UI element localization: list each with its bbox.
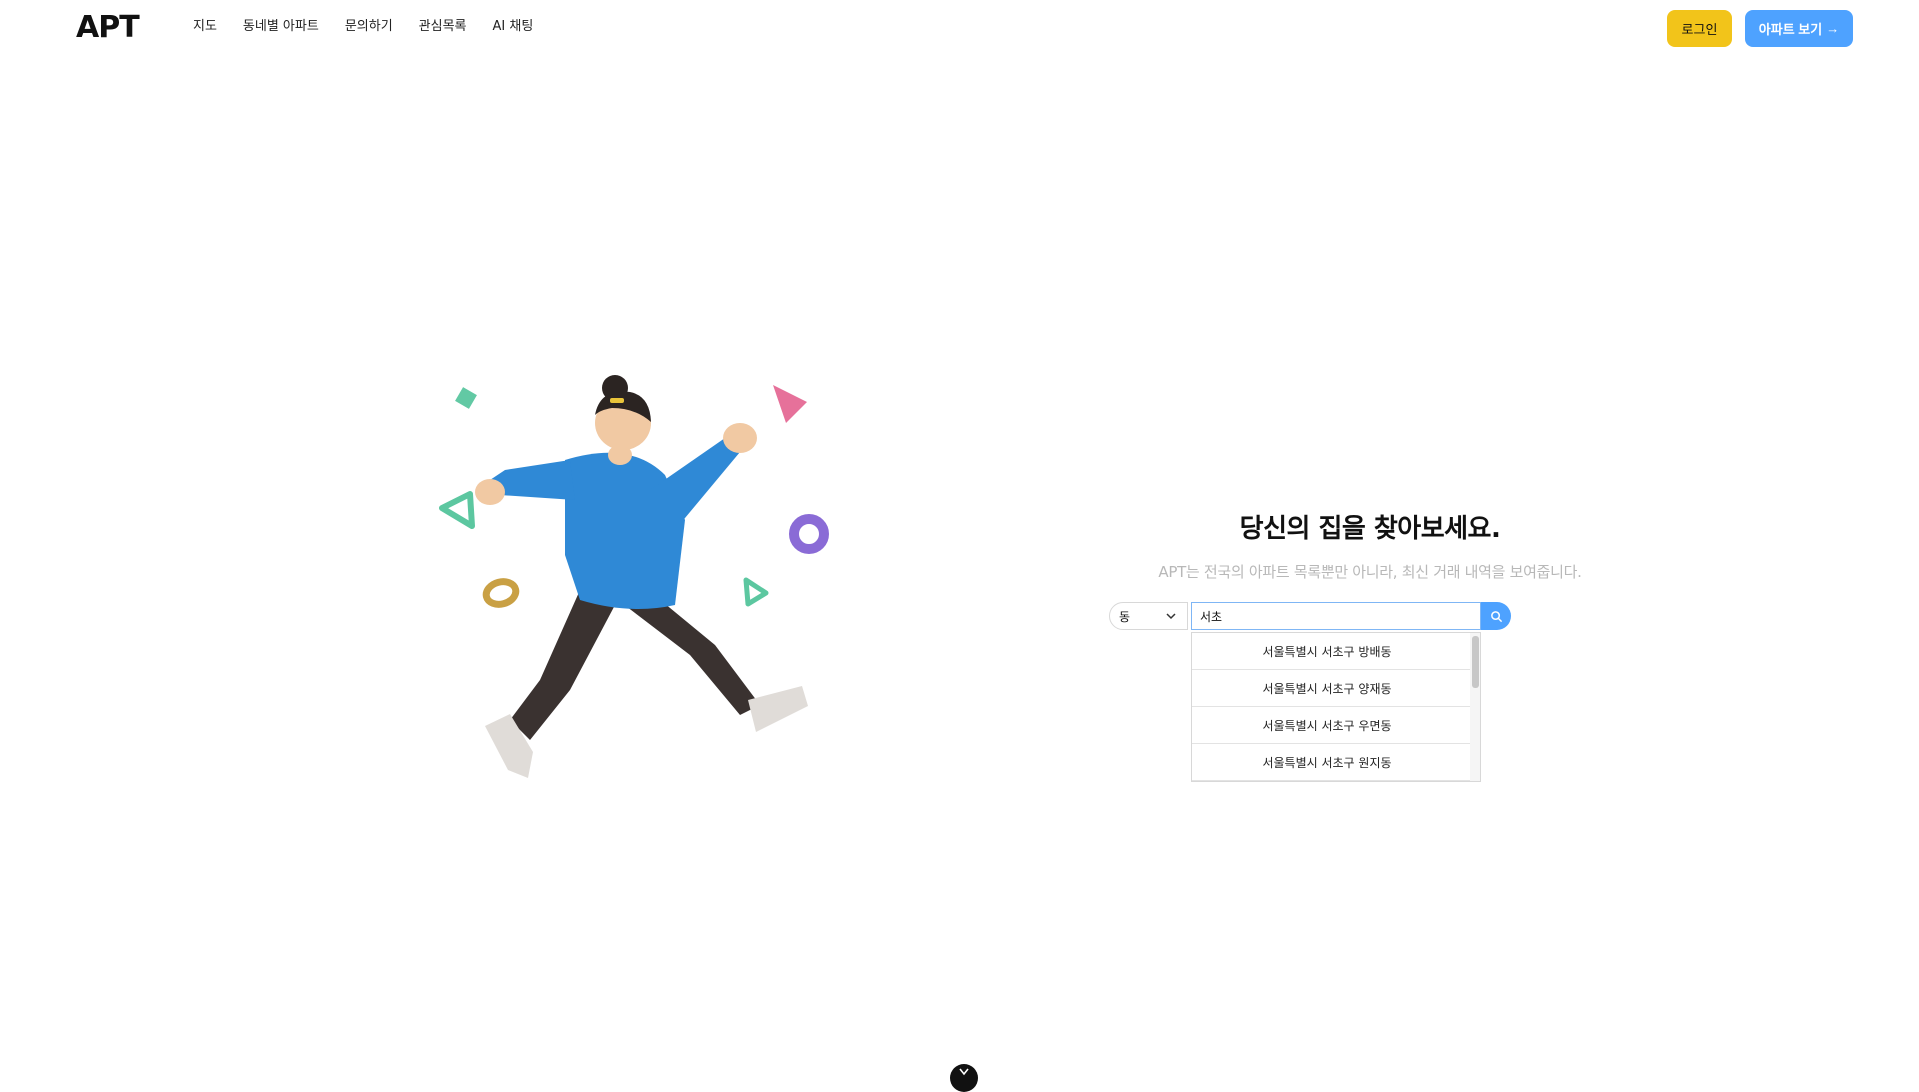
suggestion-item[interactable]: 서울특별시 서초구 우면동 xyxy=(1192,707,1480,744)
suggestion-item[interactable]: 서울특별시 서초구 방배동 xyxy=(1192,633,1480,670)
gold-ring-shape xyxy=(482,578,520,608)
search-type-value: 동 xyxy=(1119,609,1131,624)
search-suggestions: 서울특별시 서초구 방배동 서울특별시 서초구 양재동 서울특별시 서초구 우면… xyxy=(1191,632,1481,782)
suggestions-scroll-thumb[interactable] xyxy=(1472,636,1479,688)
login-button[interactable]: 로그인 xyxy=(1667,10,1732,47)
person-hair-bun xyxy=(602,375,628,401)
nav-map[interactable]: 지도 xyxy=(193,19,217,35)
nav-neighborhood-apartments[interactable]: 동네별 아파트 xyxy=(243,19,319,35)
suggestion-item[interactable]: 서울특별시 서초구 원지동 xyxy=(1192,744,1480,781)
search-type-select[interactable]: 동 xyxy=(1109,602,1188,630)
search-button[interactable] xyxy=(1481,602,1511,630)
search-input[interactable] xyxy=(1191,602,1481,630)
person-left-hand xyxy=(475,479,505,505)
main-nav: 지도 동네별 아파트 문의하기 관심목록 AI 채팅 xyxy=(193,19,533,35)
logo[interactable]: APT xyxy=(76,13,140,43)
person-front-shoe xyxy=(748,686,808,732)
suggestions-scrollbar[interactable] xyxy=(1470,633,1480,781)
view-apartments-button[interactable]: 아파트 보기 → xyxy=(1745,10,1853,47)
green-diamond-shape xyxy=(455,387,477,409)
suggestion-item[interactable]: 서울특별시 서초구 양재동 xyxy=(1192,670,1480,707)
person-back-leg xyxy=(510,590,615,740)
scroll-down-button[interactable] xyxy=(950,1064,978,1092)
search-icon xyxy=(1490,610,1502,622)
arrow-right-icon: → xyxy=(1826,21,1840,36)
site-header: APT 지도 동네별 아파트 문의하기 관심목록 AI 채팅 로그인 아파트 보… xyxy=(0,0,1919,56)
nav-inquiry[interactable]: 문의하기 xyxy=(345,19,393,35)
person-torso xyxy=(565,452,685,609)
scroll-down-icon xyxy=(959,1068,969,1076)
hero-title: 당신의 집을 찾아보세요. xyxy=(1239,514,1501,544)
hero-illustration xyxy=(439,375,829,778)
hero-subtitle: APT는 전국의 아파트 목록뿐만 아니라, 최신 거래 내역을 보여줍니다. xyxy=(1158,563,1582,581)
purple-ring-shape xyxy=(789,514,829,554)
green-small-triangle-shape xyxy=(743,577,769,607)
nav-favorites[interactable]: 관심목록 xyxy=(419,19,467,35)
nav-ai-chat[interactable]: AI 채팅 xyxy=(493,19,534,35)
chevron-down-icon xyxy=(1166,613,1176,620)
person-right-hand xyxy=(723,423,757,453)
person-hair-tie xyxy=(610,398,624,403)
view-apartments-label: 아파트 보기 xyxy=(1758,22,1823,37)
pink-triangle-shape xyxy=(773,385,807,423)
green-triangle-outline-shape xyxy=(439,491,475,529)
